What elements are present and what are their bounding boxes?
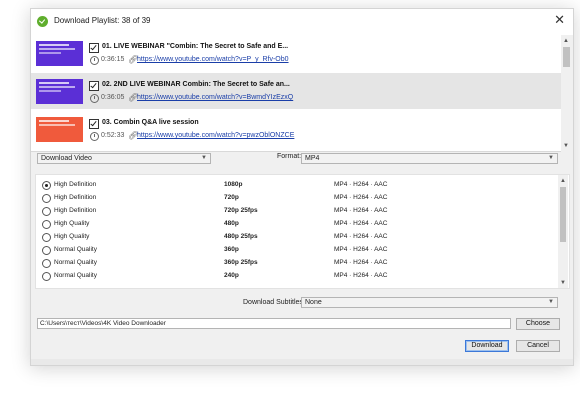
quality-option[interactable]: High Definition 1080p MP4 · H264 · AAC bbox=[36, 179, 556, 191]
scroll-down-icon[interactable]: ▼ bbox=[563, 143, 569, 149]
playlist-item[interactable]: 03. Combin Q&A live session 0:52:33 🔗︎ h… bbox=[31, 111, 561, 147]
video-duration: 0:52:33 bbox=[101, 132, 125, 139]
save-path-input[interactable]: C:\Users\тест\Videos\4K Video Downloader bbox=[37, 318, 511, 329]
format-select[interactable]: MP4 ▼ bbox=[301, 153, 558, 164]
quality-resolution: 240p bbox=[224, 272, 239, 279]
quality-codec: MP4 · H264 · AAC bbox=[334, 259, 388, 266]
cancel-button[interactable]: Cancel bbox=[516, 340, 560, 352]
scroll-up-icon[interactable]: ▲ bbox=[560, 178, 566, 184]
quality-name: High Definition bbox=[54, 181, 97, 188]
subtitles-label: Download Subtitles: bbox=[243, 299, 305, 306]
quality-resolution: 360p bbox=[224, 246, 239, 253]
video-thumbnail bbox=[36, 117, 83, 142]
quality-name: Normal Quality bbox=[54, 246, 97, 253]
chevron-down-icon: ▼ bbox=[548, 155, 554, 161]
quality-name: High Definition bbox=[54, 207, 97, 214]
dialog-footer bbox=[31, 359, 573, 365]
quality-option[interactable]: High Quality 480p MP4 · H264 · AAC bbox=[36, 218, 556, 230]
video-url[interactable]: https://www.youtube.com/watch?v=P_y_Rfv-… bbox=[137, 56, 289, 63]
video-duration: 0:36:05 bbox=[101, 94, 125, 101]
quality-radio[interactable] bbox=[42, 194, 51, 203]
download-type-value: Download Video bbox=[41, 155, 92, 162]
quality-codec: MP4 · H264 · AAC bbox=[334, 246, 388, 253]
video-url[interactable]: https://www.youtube.com/watch?v=pwzOblON… bbox=[137, 132, 294, 139]
video-thumbnail bbox=[36, 41, 83, 66]
clock-icon bbox=[90, 56, 99, 65]
clock-icon bbox=[90, 132, 99, 141]
quality-option[interactable]: Normal Quality 240p MP4 · H264 · AAC bbox=[36, 270, 556, 282]
quality-option[interactable]: High Quality 480p 25fps MP4 · H264 · AAC bbox=[36, 231, 556, 243]
video-url[interactable]: https://www.youtube.com/watch?v=BwmdYIzE… bbox=[137, 94, 293, 101]
quality-codec: MP4 · H264 · AAC bbox=[334, 194, 388, 201]
quality-radio[interactable] bbox=[42, 246, 51, 255]
playlist-scrollbar[interactable]: ▲ ▼ bbox=[561, 35, 573, 151]
quality-radio[interactable] bbox=[42, 181, 51, 190]
video-title: 01. LIVE WEBINAR "Combin: The Secret to … bbox=[102, 43, 289, 50]
quality-name: High Definition bbox=[54, 194, 97, 201]
close-icon[interactable]: ✕ bbox=[554, 13, 565, 27]
format-label: Format: bbox=[277, 153, 302, 160]
title-bar: Download Playlist: 38 of 39 ✕ bbox=[31, 9, 573, 35]
quality-codec: MP4 · H264 · AAC bbox=[334, 181, 388, 188]
download-type-select[interactable]: Download Video ▼ bbox=[37, 153, 211, 164]
item-checkbox[interactable] bbox=[89, 43, 99, 53]
quality-option[interactable]: Normal Quality 360p 25fps MP4 · H264 · A… bbox=[36, 257, 556, 269]
chevron-down-icon: ▼ bbox=[548, 299, 554, 305]
format-value: MP4 bbox=[305, 155, 320, 162]
item-checkbox[interactable] bbox=[89, 81, 99, 91]
quality-codec: MP4 · H264 · AAC bbox=[334, 233, 388, 240]
quality-resolution: 360p 25fps bbox=[224, 259, 258, 266]
playlist-item[interactable]: 02. 2ND LIVE WEBINAR Combin: The Secret … bbox=[31, 73, 561, 109]
scroll-up-icon[interactable]: ▲ bbox=[563, 38, 569, 44]
app-logo-icon bbox=[37, 16, 48, 27]
quality-resolution: 720p bbox=[224, 194, 239, 201]
quality-radio[interactable] bbox=[42, 220, 51, 229]
clock-icon bbox=[90, 94, 99, 103]
quality-name: High Quality bbox=[54, 233, 90, 240]
video-duration: 0:36:15 bbox=[101, 56, 125, 63]
quality-option[interactable]: High Definition 720p MP4 · H264 · AAC bbox=[36, 192, 556, 204]
quality-scrollbar[interactable]: ▲ ▼ bbox=[558, 175, 568, 288]
window-title: Download Playlist: 38 of 39 bbox=[54, 16, 151, 25]
item-checkbox[interactable] bbox=[89, 119, 99, 129]
playlist-item[interactable]: 01. LIVE WEBINAR "Combin: The Secret to … bbox=[31, 35, 561, 71]
video-thumbnail bbox=[36, 79, 83, 104]
quality-radio[interactable] bbox=[42, 233, 51, 242]
quality-resolution: 480p 25fps bbox=[224, 233, 258, 240]
quality-resolution: 720p 25fps bbox=[224, 207, 258, 214]
quality-codec: MP4 · H264 · AAC bbox=[334, 207, 388, 214]
quality-option[interactable]: High Definition 720p 25fps MP4 · H264 · … bbox=[36, 205, 556, 217]
download-button[interactable]: Download bbox=[465, 340, 509, 352]
quality-radio[interactable] bbox=[42, 272, 51, 281]
quality-resolution: 1080p bbox=[224, 181, 243, 188]
chevron-down-icon: ▼ bbox=[201, 155, 207, 161]
quality-radio[interactable] bbox=[42, 259, 51, 268]
download-playlist-dialog: Download Playlist: 38 of 39 ✕ 01. LIVE W… bbox=[30, 8, 574, 366]
quality-list: High Definition 1080p MP4 · H264 · AAC H… bbox=[35, 174, 570, 289]
scrollbar-thumb[interactable] bbox=[560, 187, 566, 242]
subtitles-select[interactable]: None ▼ bbox=[301, 297, 558, 308]
quality-resolution: 480p bbox=[224, 220, 239, 227]
quality-name: High Quality bbox=[54, 220, 90, 227]
video-title: 03. Combin Q&A live session bbox=[102, 119, 199, 126]
playlist-list: 01. LIVE WEBINAR "Combin: The Secret to … bbox=[31, 35, 561, 152]
choose-folder-button[interactable]: Choose bbox=[516, 318, 560, 330]
scrollbar-thumb[interactable] bbox=[563, 47, 570, 67]
quality-name: Normal Quality bbox=[54, 272, 97, 279]
quality-codec: MP4 · H264 · AAC bbox=[334, 272, 388, 279]
scroll-down-icon[interactable]: ▼ bbox=[560, 280, 566, 286]
quality-name: Normal Quality bbox=[54, 259, 97, 266]
quality-option[interactable]: Normal Quality 360p MP4 · H264 · AAC bbox=[36, 244, 556, 256]
quality-codec: MP4 · H264 · AAC bbox=[334, 220, 388, 227]
quality-radio[interactable] bbox=[42, 207, 51, 216]
subtitles-value: None bbox=[305, 299, 322, 306]
video-title: 02. 2ND LIVE WEBINAR Combin: The Secret … bbox=[102, 81, 290, 88]
